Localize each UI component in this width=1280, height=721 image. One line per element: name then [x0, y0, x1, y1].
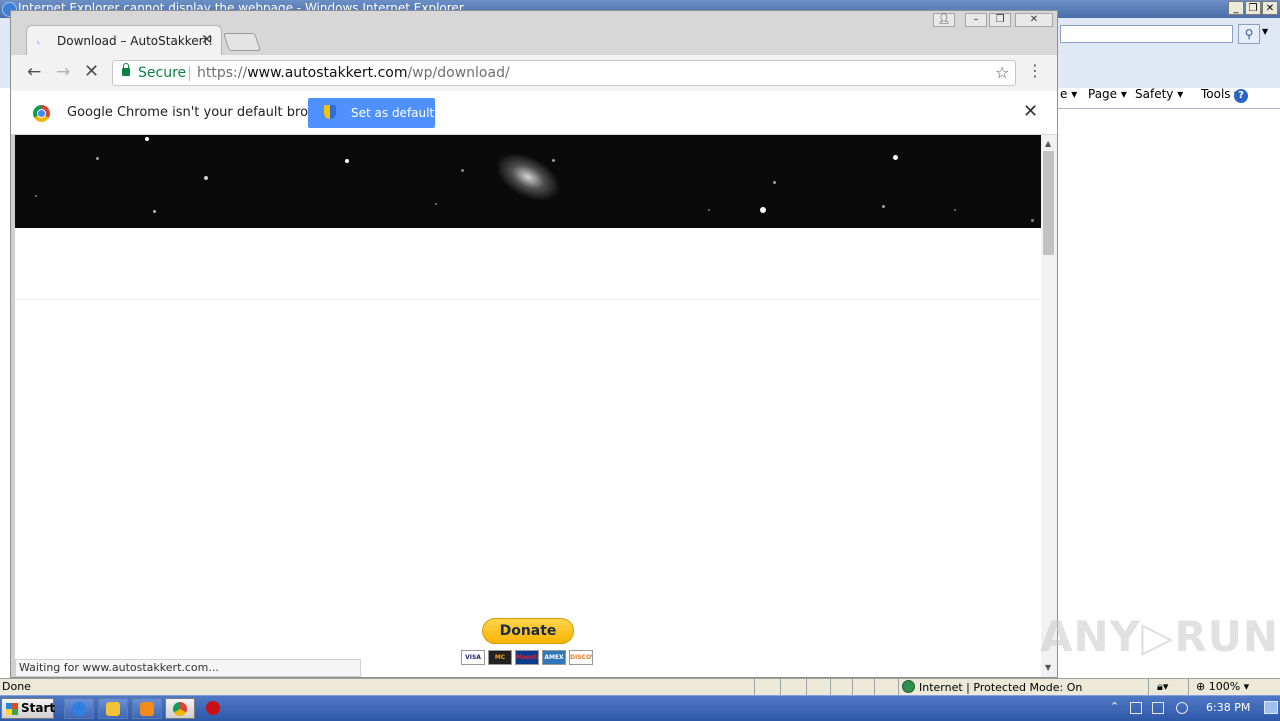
windows-flag-icon	[6, 703, 18, 715]
chrome-close-button[interactable]: ✕	[1015, 13, 1053, 27]
scroll-down-icon[interactable]: ▼	[1045, 663, 1051, 672]
header-divider	[15, 299, 1041, 300]
ie-page-menu[interactable]: Page ▾	[1088, 87, 1127, 101]
taskbar-media-player[interactable]	[132, 698, 162, 719]
anyrun-watermark: ANY▷RUN	[1040, 612, 1279, 661]
ie-security-zone[interactable]: Internet | Protected Mode: On	[902, 680, 1082, 694]
taskbar: Start ⌃ 6:38 PM	[0, 695, 1280, 721]
secure-label[interactable]: Secure	[138, 65, 186, 81]
chrome-window: ◟ Download – AutoStakkert! ✕ 👤︎ – ❐ ✕ ← …	[10, 10, 1058, 678]
help-icon: ?	[1234, 89, 1248, 103]
stop-loading-icon[interactable]: ✕	[84, 61, 99, 82]
taskbar-clock[interactable]: 6:38 PM	[1206, 701, 1250, 714]
system-tray: ⌃ 6:38 PM	[1104, 698, 1280, 719]
ie-restore-button[interactable]: ❐	[1245, 1, 1261, 15]
profile-icon[interactable]: 👤︎	[933, 13, 955, 27]
chrome-menu-icon[interactable]: ⋮	[1027, 63, 1043, 79]
show-desktop-button[interactable]	[1264, 701, 1278, 714]
ie-close-button[interactable]: ✕	[1262, 1, 1278, 15]
network-icon[interactable]	[1152, 702, 1164, 714]
internet-explorer-icon	[72, 702, 86, 716]
tab-download-autostakkert[interactable]: ◟ Download – AutoStakkert! ✕	[26, 25, 222, 55]
tab-close-icon[interactable]: ✕	[201, 32, 213, 48]
volume-icon[interactable]	[1176, 702, 1188, 714]
mastercard-icon: MC	[488, 650, 512, 665]
set-as-default-label: Set as default	[351, 106, 435, 120]
infobar-message: Google Chrome isn't your default browser	[67, 105, 339, 120]
ie-search-dropdown-icon[interactable]: ▼	[1262, 27, 1268, 36]
ie-cmd-partial[interactable]: e ▾	[1060, 87, 1077, 101]
paypal-donate-button[interactable]: Donate	[482, 618, 574, 644]
chrome-minimize-button[interactable]: –	[965, 13, 987, 27]
ie-minimize-button[interactable]: _	[1228, 1, 1244, 15]
chrome-logo-icon	[33, 105, 50, 122]
ie-content-area	[1058, 108, 1280, 679]
maestro-card-icon: Maestro	[515, 650, 539, 665]
taskbar-explorer[interactable]	[98, 698, 128, 719]
infobar-close-icon[interactable]: ✕	[1023, 101, 1038, 122]
opera-icon	[206, 701, 220, 715]
address-separator	[189, 66, 190, 81]
taskbar-internet-explorer[interactable]	[64, 698, 94, 719]
folder-icon	[106, 702, 120, 716]
chrome-toolbar: ← → ✕ Secure https://www.autostakkert.co…	[11, 55, 1057, 91]
amex-card-icon: AMEX	[542, 650, 566, 665]
action-center-flag-icon[interactable]	[1130, 702, 1142, 714]
back-arrow-icon[interactable]: ←	[27, 62, 41, 82]
starfield-header-banner	[15, 135, 1041, 228]
start-label: Start	[21, 701, 56, 715]
taskbar-chrome[interactable]	[165, 698, 195, 719]
ie-help-button[interactable]: ? ▾	[1234, 87, 1248, 103]
uac-shield-icon	[324, 105, 336, 119]
ie-search-input[interactable]	[1060, 25, 1233, 43]
ie-statusbar: Done Internet | Protected Mode: On 🔒︎▾ ⊕…	[0, 678, 1280, 696]
show-hidden-icons[interactable]: ⌃	[1110, 700, 1119, 713]
url-text[interactable]: https://www.autostakkert.com/wp/download…	[197, 65, 510, 81]
search-icon: ⚲	[1244, 27, 1254, 41]
scroll-thumb[interactable]	[1043, 151, 1054, 255]
forward-arrow-icon[interactable]: →	[56, 62, 70, 82]
page-viewport: Donate VISA MC Maestro AMEX DISCOVER	[15, 135, 1041, 677]
start-button[interactable]: Start	[1, 698, 56, 719]
globe-icon	[902, 680, 915, 693]
media-player-icon	[140, 702, 154, 716]
lock-icon	[122, 63, 130, 76]
taskbar-opera[interactable]	[199, 698, 229, 719]
address-bar[interactable]: Secure https://www.autostakkert.com/wp/d…	[112, 60, 1016, 86]
discover-card-icon: DISCOVER	[569, 650, 593, 665]
tab-title: Download – AutoStakkert!	[57, 34, 214, 48]
loading-throbber-icon: ◟	[37, 36, 41, 45]
ie-safety-menu[interactable]: Safety ▾	[1135, 87, 1183, 101]
chrome-restore-button[interactable]: ❐	[989, 13, 1011, 27]
new-tab-button[interactable]	[223, 33, 261, 51]
default-browser-infobar: Google Chrome isn't your default browser…	[11, 91, 1057, 135]
scroll-up-icon[interactable]: ▲	[1045, 139, 1051, 148]
bookmark-star-icon[interactable]: ☆	[995, 63, 1009, 82]
chrome-tabstrip: ◟ Download – AutoStakkert! ✕ 👤︎ – ❐ ✕	[11, 11, 1057, 55]
ie-status-done: Done	[2, 680, 31, 693]
ie-protected-mode-icon[interactable]: 🔒︎▾	[1157, 680, 1168, 694]
set-as-default-button[interactable]: Set as default	[308, 98, 435, 128]
ie-search-button[interactable]: ⚲	[1238, 24, 1260, 44]
chrome-icon	[173, 702, 187, 716]
ie-zoom-level[interactable]: ⊕ 100% ▾	[1196, 680, 1249, 693]
chrome-status-bubble: Waiting for www.autostakkert.com...	[15, 659, 361, 677]
page-scrollbar[interactable]: ▲ ▼	[1041, 135, 1057, 677]
galaxy-image	[487, 142, 569, 212]
visa-card-icon: VISA	[461, 650, 485, 665]
